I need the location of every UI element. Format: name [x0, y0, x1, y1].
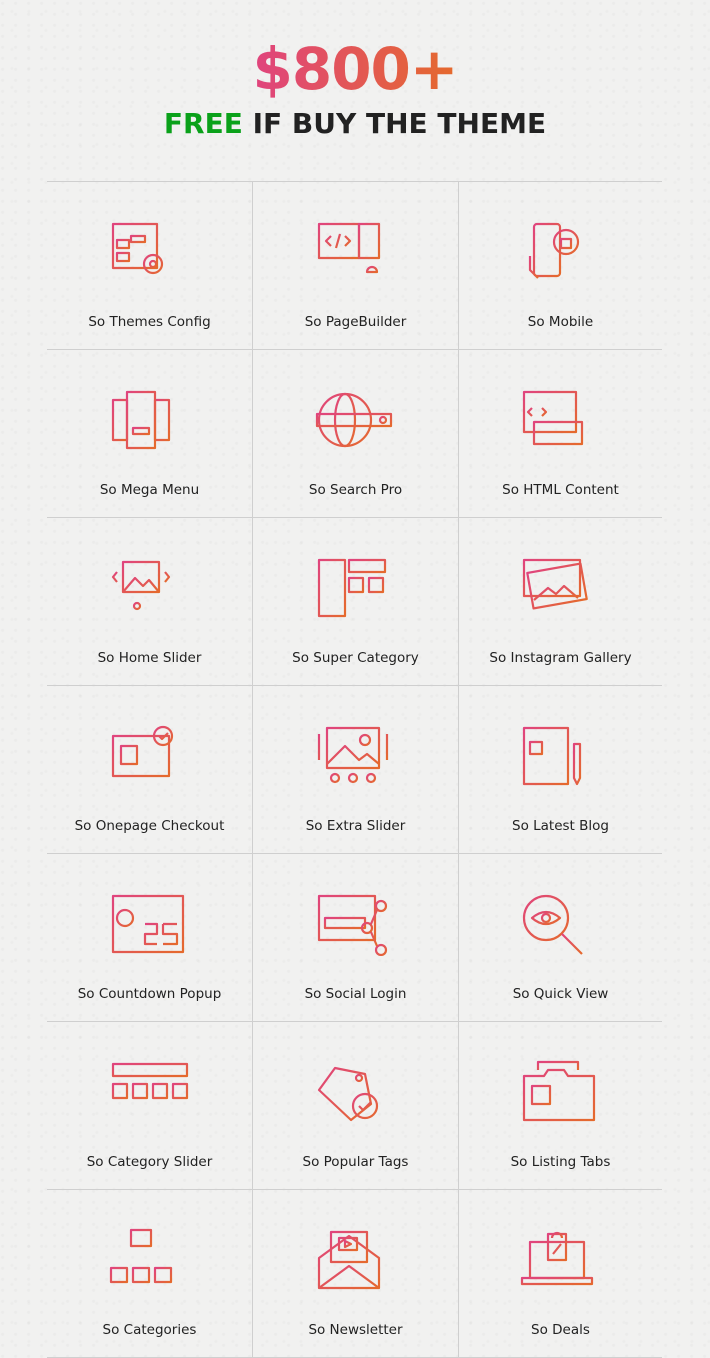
module-cell: So Popular Tags [253, 1022, 459, 1190]
module-cell: So Instagram Gallery [459, 518, 662, 686]
module-cell: So Deals [459, 1190, 662, 1358]
extra-slider-icon [317, 726, 388, 784]
module-cell: So Mobile [459, 182, 662, 350]
subtitle: FREE IF BUY THE THEME [163, 107, 547, 140]
module-cell: So Newsletter [253, 1190, 459, 1358]
magnifier-eye-icon [522, 894, 583, 955]
monitor-code-icon [317, 222, 380, 274]
module-label: So Latest Blog [512, 818, 609, 834]
module-label: So Listing Tabs [510, 1154, 611, 1170]
globe-search-icon [315, 392, 392, 448]
social-login-icon [317, 894, 387, 956]
module-cell: So HTML Content [459, 350, 662, 518]
module-cell: So Themes Config [47, 182, 253, 350]
category-grid-icon [111, 1062, 188, 1120]
tags-icon [317, 1066, 378, 1122]
module-cell: So Categories [47, 1190, 253, 1358]
countdown-calendar-icon [111, 894, 184, 954]
module-label: So Social Login [304, 986, 407, 1002]
module-label: So Categories [102, 1322, 197, 1338]
laptop-deal-icon [520, 1231, 593, 1286]
module-label: So Instagram Gallery [489, 650, 632, 666]
module-cell: So Countdown Popup [47, 854, 253, 1022]
envelope-video-icon [317, 1230, 380, 1290]
modules-grid: So Themes Config So PageBuilder So Mobile S… [47, 181, 662, 1358]
module-label: So Search Pro [308, 482, 403, 498]
module-cell: So Mega Menu [47, 350, 253, 518]
module-label: So PageBuilder [304, 314, 407, 330]
module-cell: So Super Category [253, 518, 459, 686]
module-label: So Home Slider [97, 650, 202, 666]
folder-tabs-icon [522, 1060, 595, 1122]
mobile-shop-icon [528, 222, 579, 279]
free-label: FREE [163, 107, 243, 140]
menu-panels-icon [111, 390, 170, 450]
module-label: So Deals [531, 1322, 590, 1338]
module-cell: So Listing Tabs [459, 1022, 662, 1190]
blog-page-icon [522, 726, 581, 786]
module-cell: So Home Slider [47, 518, 253, 686]
module-label: So Countdown Popup [77, 986, 222, 1002]
html-window-icon [522, 390, 583, 446]
sitemap-icon [109, 1228, 172, 1284]
module-label: So Category Slider [86, 1154, 213, 1170]
module-cell: So Onepage Checkout [47, 686, 253, 854]
module-label: So Super Category [292, 650, 419, 666]
monitor-checkout-icon [111, 725, 173, 786]
module-cell: So Category Slider [47, 1022, 253, 1190]
module-label: So Newsletter [308, 1322, 403, 1338]
module-cell: So Extra Slider [253, 686, 459, 854]
module-label: So Popular Tags [302, 1154, 409, 1170]
module-cell: So Latest Blog [459, 686, 662, 854]
module-cell: So PageBuilder [253, 182, 459, 350]
photo-stack-icon [522, 558, 588, 610]
module-label: So Mobile [527, 314, 594, 330]
image-slider-icon [111, 560, 170, 611]
module-label: So Onepage Checkout [74, 818, 225, 834]
module-cell: So Social Login [253, 854, 459, 1022]
module-label: So Themes Config [88, 314, 211, 330]
module-cell: So Quick View [459, 854, 662, 1022]
module-label: So Quick View [512, 986, 609, 1002]
module-label: So Mega Menu [99, 482, 200, 498]
category-layout-icon [317, 558, 386, 618]
config-window-icon [111, 222, 163, 275]
module-label: So HTML Content [502, 482, 619, 498]
module-label: So Extra Slider [305, 818, 406, 834]
price-headline: $800+ [252, 35, 458, 103]
module-cell: So Search Pro [253, 350, 459, 518]
